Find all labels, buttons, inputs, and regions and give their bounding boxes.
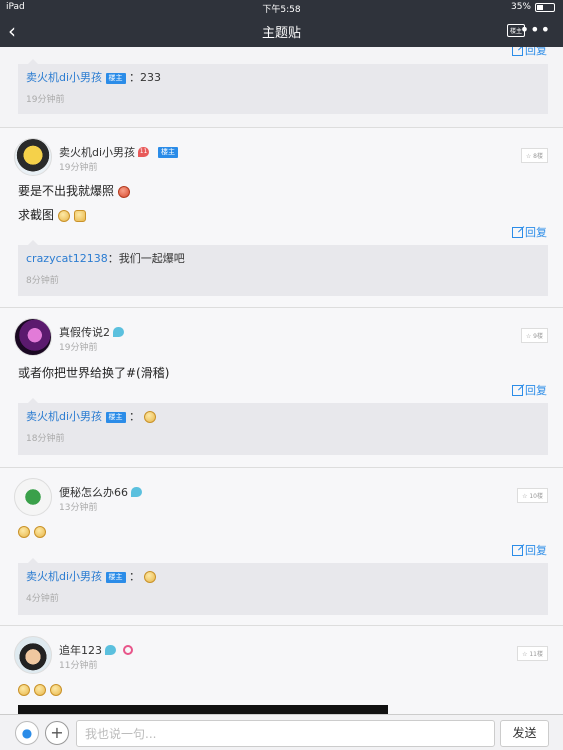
edit-icon	[512, 47, 523, 56]
sub-reply-time: 19分钟前	[26, 95, 65, 105]
more-icon[interactable]: •••	[520, 20, 551, 39]
username[interactable]: 卖火机di小男孩	[59, 144, 135, 160]
add-icon[interactable]: +	[45, 721, 69, 745]
op-badge: 楼主	[105, 72, 126, 84]
sub-reply-time: 18分钟前	[26, 434, 65, 444]
female-icon	[123, 645, 133, 655]
avatar[interactable]	[14, 478, 52, 516]
sub-reply-user[interactable]: 卖火机di小男孩	[26, 570, 102, 583]
avatar[interactable]	[14, 318, 52, 356]
avatar[interactable]	[14, 138, 52, 176]
post-time: 19分钟前	[59, 343, 98, 353]
emoji-icon	[117, 185, 130, 198]
avatar[interactable]	[14, 636, 52, 674]
emoji-icon	[57, 209, 70, 222]
level-badge	[113, 327, 124, 337]
reply-button[interactable]: 回复	[512, 382, 547, 398]
post-floor-10: 便秘怎么办66 13分钟前 ☆ 10楼 回复 卖火机di小男孩 楼主 ： 4分钟…	[0, 467, 563, 625]
battery-icon	[535, 2, 555, 12]
emoji-icon	[49, 683, 62, 696]
microphone-icon[interactable]: ●	[15, 721, 39, 745]
post-time: 19分钟前	[59, 163, 98, 173]
battery-percent: 35%	[510, 2, 531, 12]
username[interactable]: 便秘怎么办66	[59, 484, 128, 500]
username[interactable]: 追年123	[59, 642, 102, 658]
level-badge	[105, 645, 116, 655]
emoji-icon	[18, 683, 30, 696]
edit-icon	[512, 544, 523, 556]
send-button[interactable]: 发送	[500, 720, 549, 747]
nav-bar: ‹ 主题贴 楼主 •••	[0, 16, 563, 47]
floor-label: ☆ 10楼	[517, 488, 548, 503]
post-floor-8: 卖火机di小男孩 11 楼主 19分钟前 ☆ 8楼 要是不出我就爆照 求截图 回…	[0, 127, 563, 307]
sub-reply[interactable]: 卖火机di小男孩 楼主 ： 4分钟前	[18, 558, 548, 615]
sub-reply-text: ：233	[129, 71, 162, 84]
emoji-icon	[33, 683, 46, 696]
sub-reply-user[interactable]: crazycat12138	[26, 252, 108, 265]
post-time: 11分钟前	[59, 661, 98, 671]
post-image[interactable]	[18, 705, 388, 714]
sub-reply-time: 8分钟前	[26, 276, 59, 286]
reply-button[interactable]: 回复	[512, 224, 547, 240]
post-text: 求截图	[18, 206, 86, 223]
post-floor-9: 真假传说2 19分钟前 ☆ 9楼 或者你把世界给换了#(滑稽) 回复 卖火机di…	[0, 307, 563, 467]
post-floor-11: 追年123 11分钟前 ☆ 11楼	[0, 625, 563, 714]
sub-reply[interactable]: 卖火机di小男孩 楼主 ：233 19分钟前	[18, 59, 548, 114]
post-time: 13分钟前	[59, 503, 98, 513]
op-badge: 楼主	[105, 571, 126, 583]
reply-input[interactable]	[76, 720, 495, 747]
thread-content[interactable]: 回复 卖火机di小男孩 楼主 ：233 19分钟前 卖火机di小男孩 11 楼主…	[0, 47, 563, 714]
post-text	[18, 524, 46, 538]
thumb-emoji-icon	[73, 209, 86, 222]
op-badge: 楼主	[105, 411, 126, 423]
reply-bar: ● + 发送	[0, 714, 563, 750]
level-badge: 11	[138, 147, 150, 157]
op-badge: 楼主	[158, 146, 179, 158]
emoji-icon	[18, 525, 30, 538]
sub-reply-text: ：	[129, 410, 141, 423]
floor-label: ☆ 11楼	[517, 646, 548, 661]
sub-reply-text: ：我们一起爆吧	[107, 252, 185, 265]
reply-button[interactable]: 回复	[512, 542, 547, 558]
sub-reply-text: ：	[129, 570, 141, 583]
emoji-icon	[143, 411, 156, 423]
edit-icon	[512, 226, 523, 238]
emoji-icon	[33, 525, 46, 538]
sub-reply-time: 4分钟前	[26, 594, 59, 604]
emoji-icon	[143, 571, 156, 583]
sub-reply[interactable]: crazycat12138：我们一起爆吧 8分钟前	[18, 240, 548, 296]
sub-reply[interactable]: 卖火机di小男孩 楼主 ： 18分钟前	[18, 398, 548, 455]
sub-reply-user[interactable]: 卖火机di小男孩	[26, 410, 102, 423]
edit-icon	[512, 384, 523, 396]
status-bar: iPad 下午5:58 35%	[0, 0, 563, 16]
level-badge	[131, 487, 142, 497]
sub-reply-user[interactable]: 卖火机di小男孩	[26, 71, 102, 84]
post-text	[18, 682, 62, 696]
page-title: 主题贴	[261, 26, 301, 41]
floor-label: ☆ 9楼	[520, 328, 548, 343]
reply-button[interactable]: 回复	[512, 47, 547, 58]
post-text: 或者你把世界给换了#(滑稽)	[18, 366, 170, 380]
floor-label: ☆ 8楼	[520, 148, 548, 163]
post-text: 要是不出我就爆照	[18, 182, 130, 199]
username[interactable]: 真假传说2	[59, 324, 110, 340]
clock: 下午5:58	[262, 5, 301, 15]
